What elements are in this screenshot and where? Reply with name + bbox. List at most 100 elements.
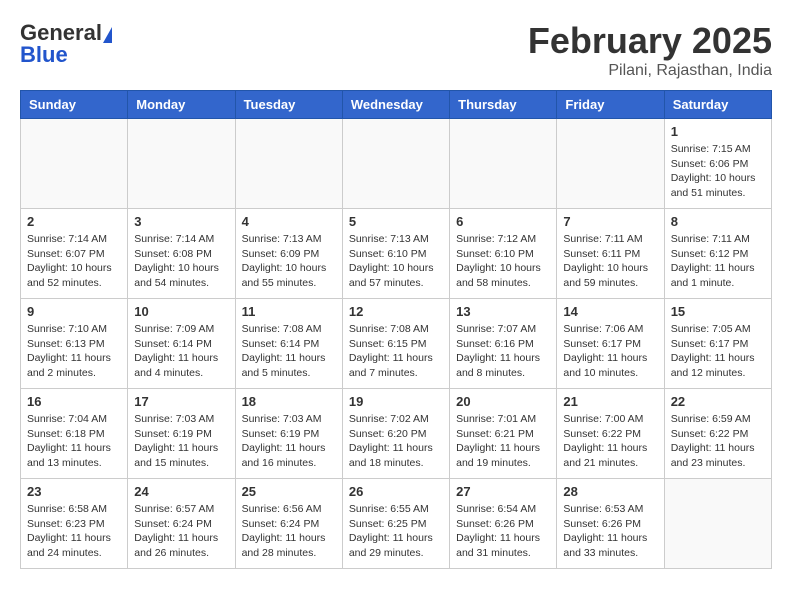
calendar-cell: 3 Sunrise: 7:14 AM Sunset: 6:08 PM Daylig… [128,209,235,299]
day-info: Sunrise: 7:01 AM Sunset: 6:21 PM Dayligh… [456,412,550,471]
page-header: General Blue February 2025 Pilani, Rajas… [20,20,772,80]
day-number: 9 [27,304,121,319]
calendar-cell: 28 Sunrise: 6:53 AM Sunset: 6:26 PM Dayli… [557,479,664,569]
calendar-cell: 24 Sunrise: 6:57 AM Sunset: 6:24 PM Dayli… [128,479,235,569]
day-info: Sunrise: 7:13 AM Sunset: 6:10 PM Dayligh… [349,232,443,291]
day-number: 22 [671,394,765,409]
calendar-cell: 8Sunrise: 7:11 AM Sunset: 6:12 PM Daylig… [664,209,771,299]
day-info: Sunrise: 7:03 AM Sunset: 6:19 PM Dayligh… [242,412,336,471]
day-number: 2 [27,214,121,229]
calendar-cell: 11Sunrise: 7:08 AM Sunset: 6:14 PM Dayli… [235,299,342,389]
calendar-cell: 1 Sunrise: 7:15 AM Sunset: 6:06 PM Daylig… [664,119,771,209]
calendar-cell: 9Sunrise: 7:10 AM Sunset: 6:13 PM Daylig… [21,299,128,389]
day-number: 12 [349,304,443,319]
calendar-cell: 16 Sunrise: 7:04 AM Sunset: 6:18 PM Dayli… [21,389,128,479]
calendar-cell: 5Sunrise: 7:13 AM Sunset: 6:10 PM Daylig… [342,209,449,299]
calendar-cell: 21 Sunrise: 7:00 AM Sunset: 6:22 PM Dayli… [557,389,664,479]
day-info: Sunrise: 7:13 AM Sunset: 6:09 PM Dayligh… [242,232,336,291]
weekday-header-monday: Monday [128,91,235,119]
day-number: 14 [563,304,657,319]
day-info: Sunrise: 7:14 AM Sunset: 6:08 PM Dayligh… [134,232,228,291]
calendar-cell: 12Sunrise: 7:08 AM Sunset: 6:15 PM Dayli… [342,299,449,389]
weekday-header-wednesday: Wednesday [342,91,449,119]
day-info: Sunrise: 6:59 AM Sunset: 6:22 PM Dayligh… [671,412,765,471]
calendar-cell: 27 Sunrise: 6:54 AM Sunset: 6:26 PM Dayli… [450,479,557,569]
day-info: Sunrise: 6:53 AM Sunset: 6:26 PM Dayligh… [563,502,657,561]
day-info: Sunrise: 7:06 AM Sunset: 6:17 PM Dayligh… [563,322,657,381]
day-number: 24 [134,484,228,499]
weekday-header-tuesday: Tuesday [235,91,342,119]
day-number: 20 [456,394,550,409]
calendar-cell: 2 Sunrise: 7:14 AM Sunset: 6:07 PM Daylig… [21,209,128,299]
calendar-cell: 25Sunrise: 6:56 AM Sunset: 6:24 PM Dayli… [235,479,342,569]
day-info: Sunrise: 7:02 AM Sunset: 6:20 PM Dayligh… [349,412,443,471]
week-row-4: 16 Sunrise: 7:04 AM Sunset: 6:18 PM Dayli… [21,389,772,479]
day-info: Sunrise: 7:03 AM Sunset: 6:19 PM Dayligh… [134,412,228,471]
day-number: 18 [242,394,336,409]
calendar-cell: 14 Sunrise: 7:06 AM Sunset: 6:17 PM Dayli… [557,299,664,389]
week-row-1: 1 Sunrise: 7:15 AM Sunset: 6:06 PM Daylig… [21,119,772,209]
weekday-header-row: SundayMondayTuesdayWednesdayThursdayFrid… [21,91,772,119]
day-number: 3 [134,214,228,229]
calendar-cell [342,119,449,209]
location-subtitle: Pilani, Rajasthan, India [528,62,772,80]
day-info: Sunrise: 7:15 AM Sunset: 6:06 PM Dayligh… [671,142,765,201]
week-row-5: 23Sunrise: 6:58 AM Sunset: 6:23 PM Dayli… [21,479,772,569]
day-number: 28 [563,484,657,499]
day-number: 16 [27,394,121,409]
day-number: 6 [456,214,550,229]
day-number: 13 [456,304,550,319]
logo-blue: Blue [20,42,68,68]
week-row-3: 9Sunrise: 7:10 AM Sunset: 6:13 PM Daylig… [21,299,772,389]
day-info: Sunrise: 7:00 AM Sunset: 6:22 PM Dayligh… [563,412,657,471]
weekday-header-saturday: Saturday [664,91,771,119]
day-info: Sunrise: 7:14 AM Sunset: 6:07 PM Dayligh… [27,232,121,291]
day-number: 8 [671,214,765,229]
weekday-header-sunday: Sunday [21,91,128,119]
calendar-cell: 6 Sunrise: 7:12 AM Sunset: 6:10 PM Daylig… [450,209,557,299]
day-info: Sunrise: 7:08 AM Sunset: 6:14 PM Dayligh… [242,322,336,381]
month-title: February 2025 [528,20,772,62]
calendar-cell [664,479,771,569]
calendar-cell [557,119,664,209]
day-info: Sunrise: 6:57 AM Sunset: 6:24 PM Dayligh… [134,502,228,561]
calendar-cell: 22 Sunrise: 6:59 AM Sunset: 6:22 PM Dayli… [664,389,771,479]
day-number: 7 [563,214,657,229]
day-info: Sunrise: 6:55 AM Sunset: 6:25 PM Dayligh… [349,502,443,561]
day-info: Sunrise: 7:07 AM Sunset: 6:16 PM Dayligh… [456,322,550,381]
day-number: 27 [456,484,550,499]
calendar-cell [128,119,235,209]
day-info: Sunrise: 7:04 AM Sunset: 6:18 PM Dayligh… [27,412,121,471]
day-number: 1 [671,124,765,139]
logo: General Blue [20,20,114,68]
calendar-cell [21,119,128,209]
day-number: 25 [242,484,336,499]
calendar-cell: 20 Sunrise: 7:01 AM Sunset: 6:21 PM Dayli… [450,389,557,479]
calendar-cell: 26 Sunrise: 6:55 AM Sunset: 6:25 PM Dayli… [342,479,449,569]
calendar-cell: 4 Sunrise: 7:13 AM Sunset: 6:09 PM Daylig… [235,209,342,299]
calendar-cell [450,119,557,209]
day-number: 19 [349,394,443,409]
calendar-cell: 17Sunrise: 7:03 AM Sunset: 6:19 PM Dayli… [128,389,235,479]
week-row-2: 2 Sunrise: 7:14 AM Sunset: 6:07 PM Daylig… [21,209,772,299]
day-number: 4 [242,214,336,229]
day-number: 21 [563,394,657,409]
logo-triangle-icon [103,27,112,43]
day-number: 10 [134,304,228,319]
day-number: 23 [27,484,121,499]
calendar-cell: 10 Sunrise: 7:09 AM Sunset: 6:14 PM Dayli… [128,299,235,389]
calendar-cell: 15Sunrise: 7:05 AM Sunset: 6:17 PM Dayli… [664,299,771,389]
calendar-cell: 18 Sunrise: 7:03 AM Sunset: 6:19 PM Dayli… [235,389,342,479]
day-number: 15 [671,304,765,319]
weekday-header-friday: Friday [557,91,664,119]
day-info: Sunrise: 6:54 AM Sunset: 6:26 PM Dayligh… [456,502,550,561]
calendar-cell: 7 Sunrise: 7:11 AM Sunset: 6:11 PM Daylig… [557,209,664,299]
calendar-cell: 23Sunrise: 6:58 AM Sunset: 6:23 PM Dayli… [21,479,128,569]
calendar-cell [235,119,342,209]
day-info: Sunrise: 7:12 AM Sunset: 6:10 PM Dayligh… [456,232,550,291]
day-number: 26 [349,484,443,499]
day-info: Sunrise: 7:11 AM Sunset: 6:11 PM Dayligh… [563,232,657,291]
calendar-cell: 19 Sunrise: 7:02 AM Sunset: 6:20 PM Dayli… [342,389,449,479]
day-info: Sunrise: 7:09 AM Sunset: 6:14 PM Dayligh… [134,322,228,381]
calendar-cell: 13 Sunrise: 7:07 AM Sunset: 6:16 PM Dayli… [450,299,557,389]
